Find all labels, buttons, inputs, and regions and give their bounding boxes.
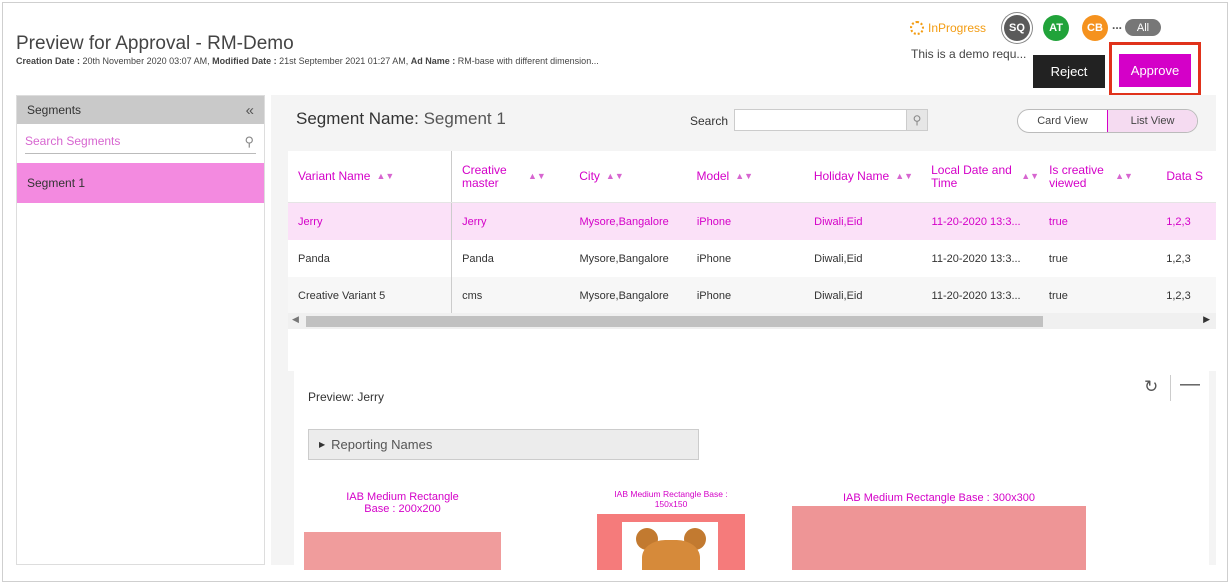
table-header: Variant Name ▲▼ Creative master ▲▼ City ▲▼ …	[288, 151, 1216, 203]
cell: Panda	[462, 252, 494, 265]
cell: Panda	[288, 240, 453, 277]
cell: 11-20-2020 13:3...	[931, 215, 1021, 228]
scroll-left-icon[interactable]: ◀	[292, 314, 299, 325]
ad-canvas	[597, 514, 745, 570]
status-indicator: InProgress	[910, 21, 986, 35]
cell: 11-20-2020 13:3...	[931, 289, 1021, 302]
sort-icon: ▲▼	[1021, 171, 1040, 181]
sidebar-title: Segments	[27, 103, 82, 117]
collapse-sidebar-icon[interactable]: «	[246, 102, 254, 119]
main-panel: Segment Name: Segment 1 Search ⚲ Card Vi…	[271, 95, 1216, 570]
table-row[interactable]: Creative Variant 5 cms Mysore,Bangalore …	[288, 277, 1216, 314]
request-message: This is a demo requ...	[911, 47, 1027, 61]
column-is-creative-viewed[interactable]: Is creative viewed ▲▼	[1039, 151, 1156, 202]
sort-icon: ▲▼	[895, 171, 914, 181]
preview-title: Preview: Jerry	[308, 390, 385, 404]
card-view-button[interactable]: Card View	[1018, 110, 1107, 132]
segment-name-value: Segment 1	[423, 109, 506, 128]
table-row[interactable]: Jerry Jerry Mysore,Bangalore iPhone Diwa…	[288, 203, 1216, 240]
cell: 1,2,3	[1166, 215, 1191, 228]
view-toggle: Card View List View	[1017, 109, 1198, 133]
cell: iPhone	[696, 215, 732, 228]
search-icon[interactable]: ⚲	[244, 134, 254, 150]
more-avatars-dots: ...	[1112, 18, 1123, 32]
ad-canvas	[304, 532, 501, 570]
cell: Diwali,Eid	[814, 215, 863, 228]
page-title: Preview for Approval - RM-Demo	[16, 33, 294, 54]
cell: cms	[462, 289, 483, 302]
approve-button[interactable]: Approve	[1119, 54, 1191, 87]
ad-preview-300x300: IAB Medium Rectangle Base : 300x300	[792, 480, 1086, 570]
sort-icon: ▲▼	[376, 171, 395, 181]
segments-sidebar: Segments « ⚲ Segment 1	[16, 95, 265, 565]
column-holiday-name[interactable]: Holiday Name ▲▼	[804, 151, 921, 202]
table-row[interactable]: Panda Panda Mysore,Bangalore iPhone Diwa…	[288, 240, 1216, 277]
reporting-names-accordion[interactable]: ▶ Reporting Names	[308, 429, 699, 460]
cell: Jerry	[288, 203, 453, 240]
reporting-names-label: Reporting Names	[331, 437, 433, 452]
scroll-right-icon[interactable]: ▶	[1203, 314, 1210, 325]
cell: true	[1048, 215, 1068, 228]
column-creative-master[interactable]: Creative master ▲▼	[452, 151, 569, 202]
cell: Jerry	[462, 215, 487, 228]
column-model[interactable]: Model ▲▼	[687, 151, 804, 202]
divider	[1170, 375, 1171, 401]
cell: iPhone	[696, 289, 732, 302]
preview-panel: Preview: Jerry ↻ — ▶ Reporting Names IAB…	[294, 365, 1209, 570]
cell: true	[1048, 252, 1068, 265]
sort-icon: ▲▼	[1115, 171, 1133, 181]
cell: 11-20-2020 13:3...	[931, 252, 1021, 265]
reject-button[interactable]: Reject	[1033, 55, 1105, 88]
avatar-at[interactable]: AT	[1043, 15, 1069, 41]
segment-name-label: Segment Name:	[296, 109, 419, 128]
ad-preview-200x200: IAB Medium Rectangle Base : 200x200	[304, 480, 501, 570]
caret-right-icon: ▶	[319, 440, 326, 449]
progress-spinner-icon	[910, 21, 924, 35]
search-icon[interactable]: ⚲	[906, 110, 927, 130]
ad-canvas	[792, 506, 1086, 570]
ad-title: IAB Medium Rectangle Base : 150x150	[614, 489, 728, 509]
column-city[interactable]: City ▲▼	[569, 151, 686, 202]
status-label: InProgress	[928, 21, 987, 35]
list-view-button[interactable]: List View	[1107, 110, 1197, 132]
jerry-image	[622, 522, 718, 570]
cell: Creative Variant 5	[288, 277, 453, 314]
cell: Diwali,Eid	[814, 289, 863, 302]
cell: true	[1048, 289, 1068, 302]
sort-icon: ▲▼	[605, 171, 624, 181]
sidebar-item-segment-1[interactable]: Segment 1	[17, 163, 264, 203]
search-input[interactable]: ⚲	[734, 109, 928, 131]
cell: 1,2,3	[1166, 289, 1191, 302]
column-variant-name[interactable]: Variant Name ▲▼	[288, 151, 452, 202]
segment-heading: Segment Name: Segment 1	[296, 109, 506, 129]
refresh-icon[interactable]: ↻	[1144, 377, 1158, 397]
cell: Diwali,Eid	[814, 252, 863, 265]
page-meta: Creation Date : 20th November 2020 03:07…	[16, 56, 599, 66]
segment-search-input[interactable]	[25, 134, 256, 148]
sidebar-header: Segments «	[17, 96, 264, 124]
ad-title: IAB Medium Rectangle Base : 200x200	[346, 491, 459, 515]
collapse-preview-icon[interactable]: —	[1180, 373, 1200, 396]
avatar-sq[interactable]: SQ	[1004, 15, 1030, 41]
table-horizontal-scrollbar[interactable]: ◀ ▶	[288, 313, 1216, 329]
cell: Mysore,Bangalore	[579, 252, 669, 265]
scrollbar-thumb[interactable]	[306, 316, 1043, 327]
ad-preview-150x150: IAB Medium Rectangle Base : 150x150	[597, 480, 745, 570]
column-data-s[interactable]: Data S	[1156, 151, 1216, 202]
segment-search: ⚲	[25, 132, 256, 154]
ad-title: IAB Medium Rectangle Base : 300x300	[842, 492, 1035, 504]
cell: 1,2,3	[1166, 252, 1191, 265]
avatar-cb[interactable]: CB	[1082, 15, 1108, 41]
sort-icon: ▲▼	[527, 171, 546, 181]
cell: Mysore,Bangalore	[579, 289, 669, 302]
cell: Mysore,Bangalore	[579, 215, 669, 228]
variants-table: Variant Name ▲▼ Creative master ▲▼ City ▲▼ …	[288, 151, 1216, 371]
sort-icon: ▲▼	[735, 171, 754, 181]
column-local-date-time[interactable]: Local Date and Time ▲▼	[921, 151, 1039, 202]
cell: iPhone	[696, 252, 732, 265]
all-approvers-button[interactable]: All	[1125, 19, 1161, 36]
search-label: Search	[690, 114, 729, 128]
